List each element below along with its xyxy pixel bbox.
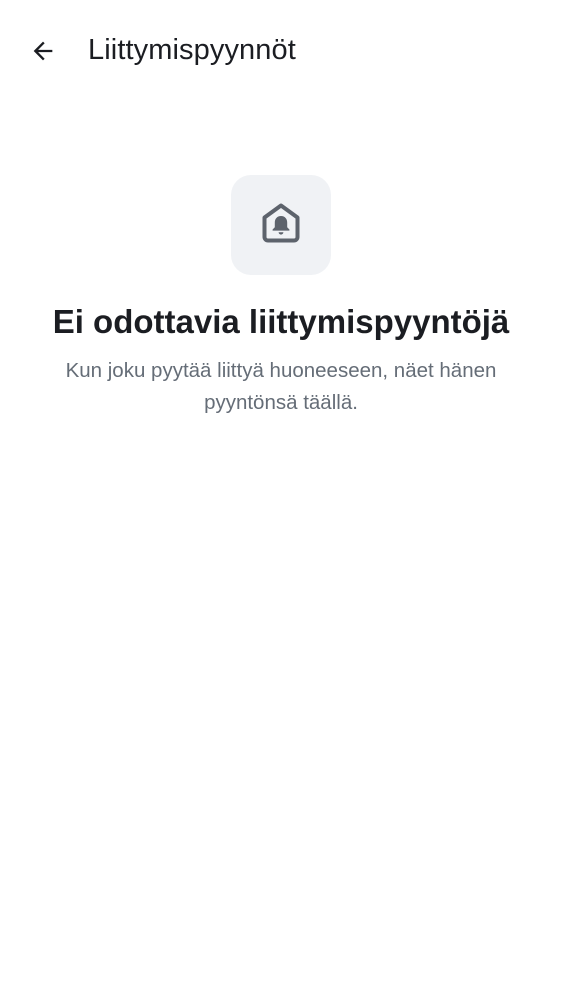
- back-button[interactable]: [22, 30, 64, 72]
- empty-state: Ei odottavia liittymispyyntöjä Kun joku …: [0, 175, 562, 419]
- house-bell-icon: [261, 203, 301, 248]
- arrow-left-icon: [29, 37, 57, 65]
- empty-state-icon-tile: [231, 175, 331, 275]
- empty-state-description: Kun joku pyytää liittyä huoneeseen, näet…: [65, 359, 497, 414]
- empty-state-title: Ei odottavia liittymispyyntöjä: [52, 303, 510, 340]
- top-app-bar: Liittymispyynnöt: [0, 0, 562, 100]
- page-title: Liittymispyynnöt: [88, 34, 296, 66]
- join-requests-screen: Liittymispyynnöt Ei odottavia liittymisp…: [0, 0, 562, 1000]
